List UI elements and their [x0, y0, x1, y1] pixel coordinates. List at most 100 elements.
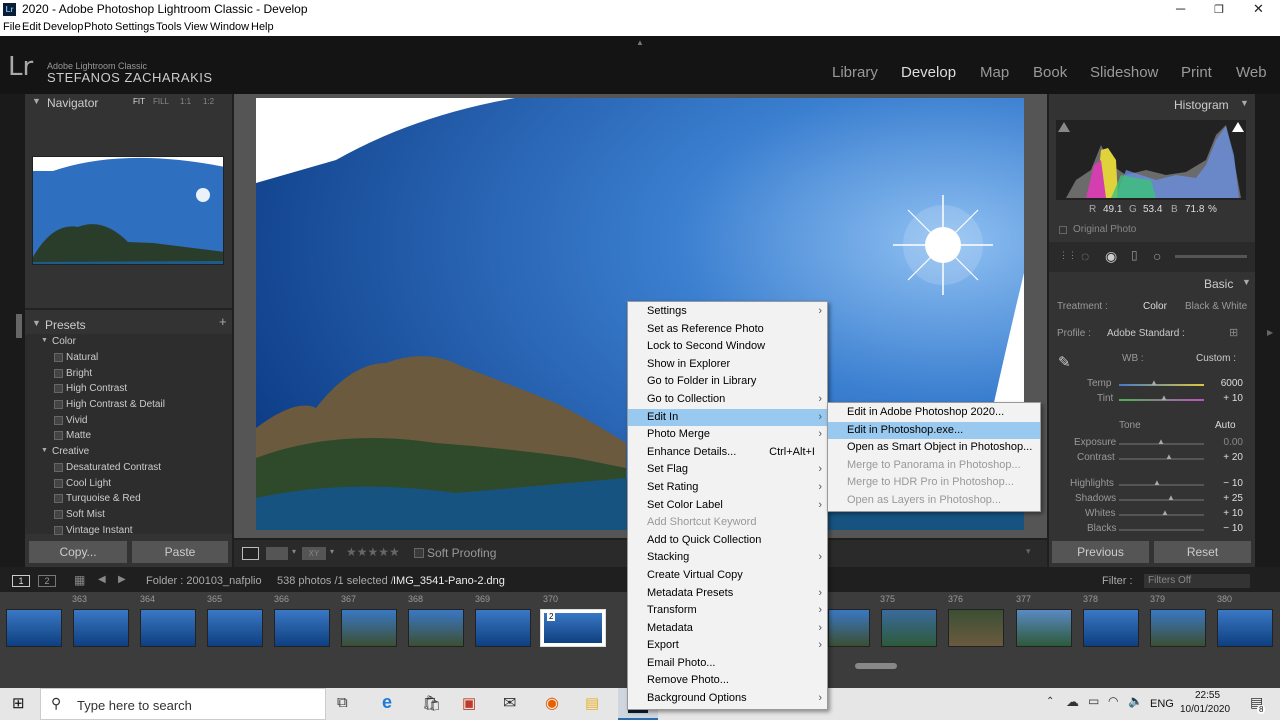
before-after-icon[interactable] [266, 547, 288, 560]
filter-select[interactable]: Filters Off [1144, 574, 1250, 588]
window-1-button[interactable]: 1 [12, 575, 30, 587]
volume-icon[interactable]: 🔈 [1128, 694, 1143, 708]
auto-tone-button[interactable]: Auto [1215, 420, 1236, 431]
whites-value[interactable]: + 10 [1198, 508, 1243, 519]
menu-item-set-color-label[interactable]: Set Color Label › [628, 497, 827, 515]
stack-count-badge[interactable]: 2 [547, 612, 556, 621]
network-icon[interactable]: ◠ [1108, 694, 1118, 708]
menu-help[interactable]: Help [251, 21, 274, 33]
forward-arrow-icon[interactable]: ▶ [118, 574, 126, 585]
reset-button[interactable]: Reset [1154, 541, 1251, 563]
preset-high-contrast-detail[interactable]: High Contrast & Detail [66, 399, 165, 410]
collapse-right-icon[interactable]: ▶ [1267, 328, 1273, 337]
shadows-slider-thumb[interactable]: ▲ [1167, 493, 1175, 502]
window-2-button[interactable]: 2 [38, 575, 56, 587]
preset-group-creative[interactable]: Creative [52, 446, 89, 457]
windows-start-icon[interactable]: ⊞ [12, 694, 25, 712]
collapse-top-icon[interactable]: ▲ [636, 38, 644, 47]
wb-select[interactable]: Custom : [1196, 353, 1236, 364]
grid-view-icon[interactable]: ▦ [74, 573, 85, 587]
paste-button[interactable]: Paste [132, 541, 228, 563]
taskbar-search-box[interactable]: ⚲ Type here to search [40, 688, 326, 720]
menu-item-settings[interactable]: Settings › [628, 303, 827, 321]
filmstrip-thumb[interactable] [948, 609, 1004, 647]
menu-item-go-to-folder-in-library[interactable]: Go to Folder in Library [628, 373, 827, 391]
module-library[interactable]: Library [832, 64, 878, 81]
zoom-fit[interactable]: FIT [133, 97, 145, 106]
menu-item-metadata[interactable]: Metadata › [628, 620, 827, 638]
filmstrip-thumb[interactable] [475, 609, 531, 647]
module-web[interactable]: Web [1236, 64, 1267, 81]
restore-icon[interactable]: ❐ [1214, 3, 1224, 16]
task-view-icon[interactable]: ⧉ [337, 694, 348, 711]
menu-item-background-options[interactable]: Background Options › [628, 690, 827, 708]
clock-time[interactable]: 22:55 [1195, 690, 1220, 701]
treatment-color[interactable]: Color [1143, 301, 1167, 312]
menu-item-remove-photo[interactable]: Remove Photo... [628, 672, 827, 690]
menu-item-open-as-smart-object-in-photoshop[interactable]: Open as Smart Object in Photoshop... [828, 439, 1040, 457]
histogram-chart[interactable] [1056, 120, 1246, 200]
blacks-slider[interactable] [1119, 529, 1204, 531]
filmstrip-thumb[interactable] [881, 609, 937, 647]
edge-icon[interactable]: e [382, 692, 392, 713]
filmstrip-thumb[interactable] [73, 609, 129, 647]
previous-button[interactable]: Previous [1052, 541, 1149, 563]
menu-item-create-virtual-copy[interactable]: Create Virtual Copy [628, 567, 827, 585]
treatment-bw[interactable]: Black & White [1185, 301, 1247, 312]
profile-select[interactable]: Adobe Standard : [1107, 328, 1185, 339]
contrast-slider[interactable] [1119, 458, 1204, 460]
zoom-fill[interactable]: FILL [153, 97, 169, 106]
menu-item-enhance-details[interactable]: Enhance Details... Ctrl+Alt+I [628, 444, 827, 462]
temp-value[interactable]: 6000 [1198, 378, 1243, 389]
menu-item-metadata-presets[interactable]: Metadata Presets › [628, 585, 827, 603]
highlights-value[interactable]: − 10 [1198, 478, 1243, 489]
gift-icon[interactable]: ▣ [462, 694, 476, 712]
collapse-histogram-icon[interactable]: ▼ [1240, 98, 1249, 108]
temp-slider-thumb[interactable]: ▲ [1150, 378, 1158, 387]
filmstrip-thumb-selected[interactable]: 2 [540, 609, 606, 647]
copy-button[interactable]: Copy... [29, 541, 127, 563]
shadows-value[interactable]: + 25 [1198, 493, 1243, 504]
menu-item-edit-in-photoshop-exe[interactable]: Edit in Photoshop.exe... [828, 421, 1040, 440]
menu-view[interactable]: View [184, 21, 208, 33]
crop-tool-icon[interactable]: ◌ [1081, 248, 1089, 264]
preset-bright[interactable]: Bright [66, 368, 92, 379]
store-icon[interactable]: 🛍 [422, 694, 441, 712]
tint-slider-thumb[interactable]: ▲ [1160, 393, 1168, 402]
brush-slider[interactable] [1175, 255, 1247, 258]
menu-file[interactable]: File [3, 21, 21, 33]
filmstrip-thumb[interactable] [408, 609, 464, 647]
add-preset-icon[interactable]: + [219, 314, 227, 329]
shadows-slider[interactable] [1119, 499, 1204, 501]
graduated-filter-icon[interactable]: ▯ [1131, 248, 1138, 262]
zoom-1-2[interactable]: 1:2 [203, 97, 214, 106]
onedrive-icon[interactable]: ☁ [1066, 694, 1079, 710]
minimize-icon[interactable]: ─ [1176, 1, 1185, 16]
contrast-value[interactable]: + 20 [1198, 452, 1243, 463]
star-rating[interactable]: ★★★★★ [346, 545, 400, 559]
profile-browser-icon[interactable]: ⊞ [1229, 326, 1238, 339]
preset-matte[interactable]: Matte [66, 430, 91, 441]
menu-item-show-in-explorer[interactable]: Show in Explorer [628, 356, 827, 374]
firefox-icon[interactable]: ◉ [545, 693, 559, 713]
menu-item-add-to-quick-collection[interactable]: Add to Quick Collection [628, 532, 827, 550]
filmstrip-thumb[interactable] [1217, 609, 1273, 647]
exposure-value[interactable]: 0.00 [1198, 437, 1243, 448]
collapse-basic-icon[interactable]: ▼ [1242, 277, 1251, 287]
highlights-slider[interactable] [1119, 484, 1204, 486]
preset-natural[interactable]: Natural [66, 352, 98, 363]
preset-vivid[interactable]: Vivid [66, 415, 88, 426]
toolbar-menu-icon[interactable]: ▾ [1026, 546, 1031, 557]
loupe-view-icon[interactable] [242, 547, 259, 560]
preset-high-contrast[interactable]: High Contrast [66, 383, 127, 394]
filmstrip-thumb[interactable] [140, 609, 196, 647]
close-icon[interactable]: ✕ [1253, 1, 1264, 17]
mail-icon[interactable]: ✉ [503, 693, 516, 713]
navigator-preview[interactable] [32, 156, 224, 265]
show-hidden-icons-icon[interactable]: ⌃ [1046, 696, 1054, 707]
file-explorer-icon[interactable]: ▤ [585, 694, 599, 712]
zoom-1-1[interactable]: 1:1 [180, 97, 191, 106]
module-slideshow[interactable]: Slideshow [1090, 64, 1158, 81]
temp-slider[interactable] [1119, 384, 1204, 386]
menu-item-email-photo[interactable]: Email Photo... [628, 655, 827, 673]
